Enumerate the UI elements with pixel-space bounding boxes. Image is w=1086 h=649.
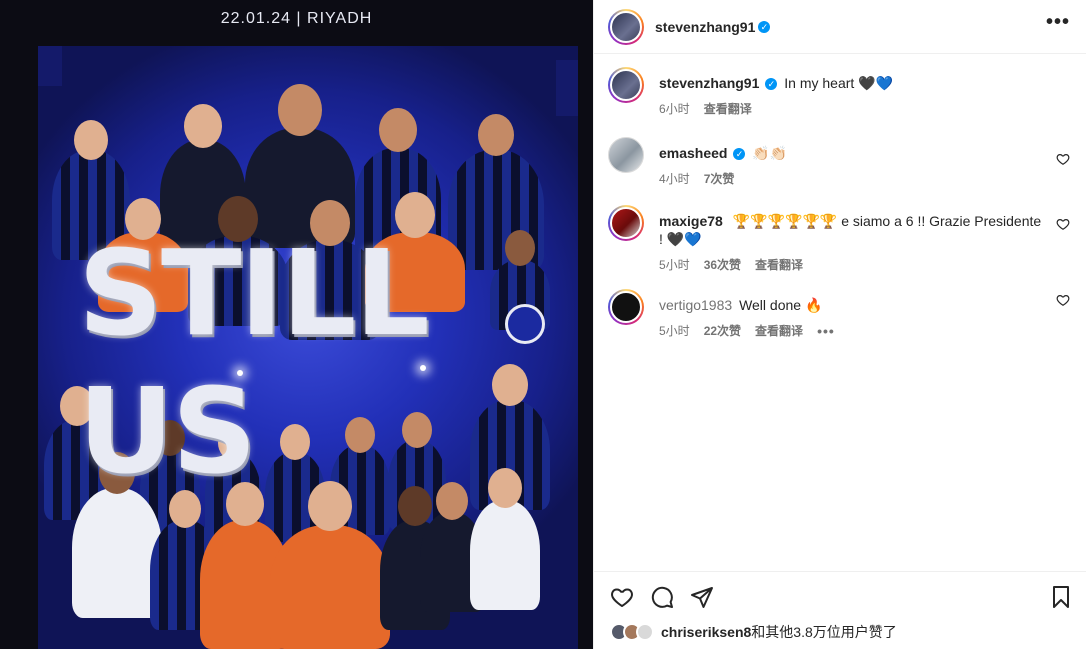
- comment-like-count[interactable]: 36次赞: [704, 256, 741, 273]
- commenter-username[interactable]: stevenzhang91: [659, 75, 759, 91]
- commenter-avatar[interactable]: [608, 205, 644, 241]
- comment-like-heart-icon[interactable]: [1056, 152, 1070, 166]
- post-header: stevenzhang91 ✓ •••: [594, 0, 1086, 54]
- commenter-username[interactable]: maxige78: [659, 213, 723, 229]
- more-options-icon[interactable]: •••: [1044, 12, 1072, 32]
- player-figure: [270, 481, 390, 649]
- post-action-bar: [594, 571, 1086, 621]
- poster-pixel-edge: [556, 60, 578, 116]
- comment-time[interactable]: 6小时: [659, 100, 690, 117]
- liker-avatars: [610, 623, 654, 641]
- comment-meta: 5小时 36次赞 查看翻译: [659, 256, 1042, 273]
- commenter-avatar[interactable]: [608, 137, 644, 173]
- comment-item: vertigo1983 Well done 🔥 5小时 22次赞 查看翻译 ••…: [608, 273, 1072, 339]
- heart-icon[interactable]: [610, 585, 634, 609]
- verified-badge-icon: ✓: [765, 78, 778, 90]
- comment-time[interactable]: 4小时: [659, 170, 690, 187]
- verified-badge-icon: ✓: [758, 20, 771, 33]
- likes-summary[interactable]: chriseriksen8 和其他3.8万位用户赞了: [610, 622, 897, 642]
- post-side-panel: stevenzhang91 ✓ ••• stevenzhang91 ✓ In my…: [593, 0, 1086, 649]
- comment-item: maxige78 🏆🏆🏆🏆🏆🏆 e siamo a 6 !! Grazie Pr…: [608, 187, 1072, 273]
- instagram-post-view: 22.01.24 | RIYADH STILL US: [0, 0, 1086, 649]
- player-figure: [470, 468, 540, 610]
- comment-meta: 5小时 22次赞 查看翻译 •••: [659, 322, 1042, 339]
- commenter-username[interactable]: emasheed: [659, 145, 727, 161]
- comment-list: stevenzhang91 ✓ In my heart 🖤💙 6小时 查看翻译 e…: [594, 54, 1086, 339]
- comment-like-heart-icon[interactable]: [1056, 293, 1070, 307]
- liker-avatar: [636, 623, 654, 641]
- comment-like-count[interactable]: 22次赞: [704, 322, 741, 339]
- comment-body: emasheed ✓ 👏🏻👏🏻 4小时 7次赞: [659, 137, 1072, 187]
- comment-content: In my heart 🖤💙: [784, 75, 894, 91]
- comment-time[interactable]: 5小时: [659, 256, 690, 273]
- commenter-avatar[interactable]: [608, 67, 644, 103]
- player-figure: [72, 452, 162, 618]
- translate-link[interactable]: 查看翻译: [755, 322, 803, 339]
- sparkle-icon: [237, 370, 243, 376]
- comment-like-count[interactable]: 7次赞: [704, 170, 735, 187]
- comment-like-heart-icon[interactable]: [1056, 217, 1070, 231]
- sparkle-icon: [420, 365, 426, 371]
- inter-crest-icon: [505, 304, 545, 344]
- comment-body: vertigo1983 Well done 🔥 5小时 22次赞 查看翻译 ••…: [659, 289, 1072, 339]
- translate-link[interactable]: 查看翻译: [755, 256, 803, 273]
- author-avatar[interactable]: [608, 8, 644, 45]
- comment-more-options-icon[interactable]: •••: [817, 323, 835, 339]
- comment-content: Well done 🔥: [739, 297, 823, 313]
- bookmark-icon[interactable]: [1049, 585, 1073, 609]
- likes-rest-text[interactable]: 和其他3.8万位用户赞了: [751, 622, 896, 642]
- comment-text: stevenzhang91 ✓ In my heart 🖤💙: [659, 74, 1042, 92]
- comment-meta: 4小时 7次赞: [659, 170, 1042, 187]
- poster-date-line: 22.01.24 | RIYADH: [220, 10, 373, 27]
- poster-pixel-edge: [38, 46, 62, 86]
- commenter-username[interactable]: vertigo1983: [659, 297, 732, 313]
- comment-text: maxige78 🏆🏆🏆🏆🏆🏆 e siamo a 6 !! Grazie Pr…: [659, 212, 1042, 248]
- commenter-avatar[interactable]: [608, 289, 644, 325]
- liker-username[interactable]: chriseriksen8: [661, 624, 751, 640]
- comment-icon[interactable]: [650, 585, 674, 609]
- comment-text: emasheed ✓ 👏🏻👏🏻: [659, 144, 1042, 162]
- comment-body: stevenzhang91 ✓ In my heart 🖤💙 6小时 查看翻译: [659, 67, 1072, 117]
- comment-meta: 6小时 查看翻译: [659, 100, 1042, 117]
- comment-item: emasheed ✓ 👏🏻👏🏻 4小时 7次赞: [608, 117, 1072, 187]
- post-image[interactable]: 22.01.24 | RIYADH STILL US: [0, 0, 593, 649]
- translate-link[interactable]: 查看翻译: [704, 100, 752, 117]
- poster-headline: STILL US: [78, 224, 548, 500]
- comment-text: vertigo1983 Well done 🔥: [659, 296, 1042, 314]
- author-username[interactable]: stevenzhang91: [655, 19, 755, 35]
- author-name-wrapper: stevenzhang91 ✓: [655, 19, 771, 35]
- comment-content: 👏🏻👏🏻: [752, 145, 788, 161]
- caption-comment: stevenzhang91 ✓ In my heart 🖤💙 6小时 查看翻译: [608, 54, 1072, 117]
- comment-body: maxige78 🏆🏆🏆🏆🏆🏆 e siamo a 6 !! Grazie Pr…: [659, 205, 1072, 273]
- share-icon[interactable]: [690, 585, 714, 609]
- comment-time[interactable]: 5小时: [659, 322, 690, 339]
- verified-badge-icon: ✓: [733, 148, 746, 160]
